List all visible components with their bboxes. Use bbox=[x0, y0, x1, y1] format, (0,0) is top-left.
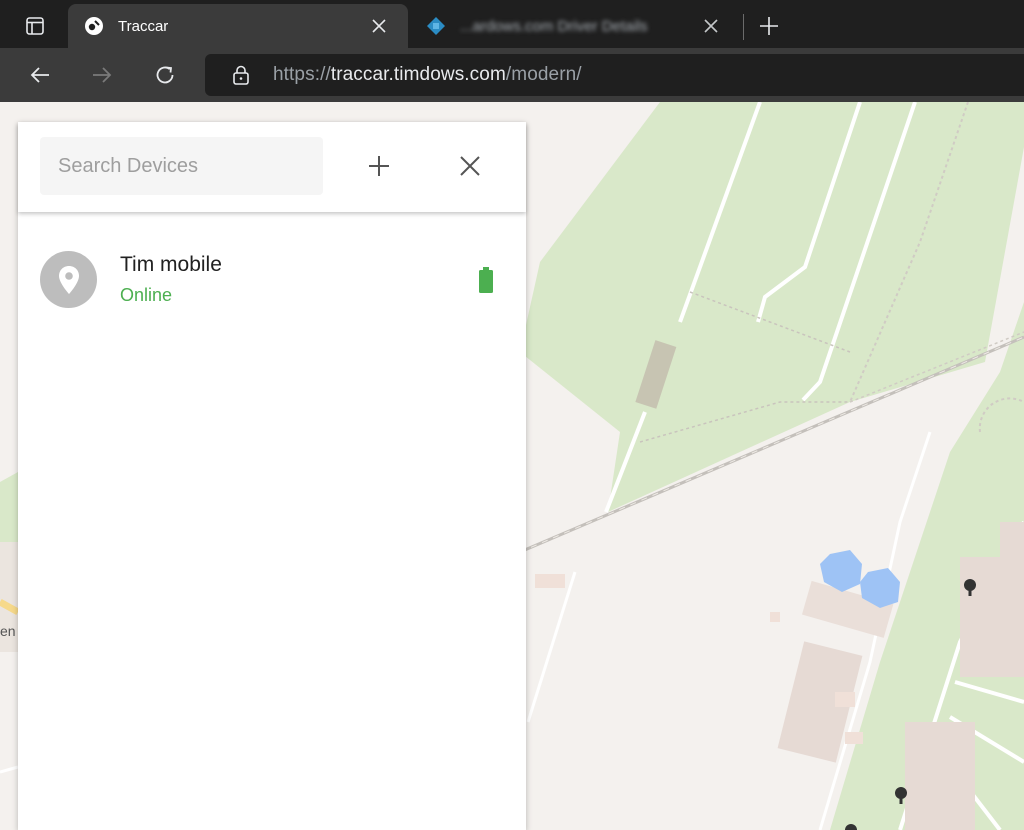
search-input[interactable] bbox=[40, 137, 323, 195]
screen: Traccar ...ardows.com Driver Details htt… bbox=[0, 0, 1024, 830]
browser-toolbar: https://traccar.timdows.com/modern/ bbox=[0, 48, 1024, 102]
tab-title-secondary: ...ardows.com Driver Details bbox=[460, 17, 648, 35]
avatar bbox=[40, 251, 97, 308]
close-panel-button[interactable] bbox=[450, 146, 490, 186]
device-name: Tim mobile bbox=[120, 253, 222, 276]
refresh-icon[interactable] bbox=[148, 58, 182, 92]
location-pin-icon bbox=[58, 265, 79, 294]
address-bar[interactable]: https://traccar.timdows.com/modern/ bbox=[205, 54, 1024, 96]
add-device-button[interactable] bbox=[359, 146, 399, 186]
battery-full-icon bbox=[476, 266, 496, 294]
traccar-favicon-icon bbox=[84, 16, 104, 36]
tab-divider bbox=[743, 14, 744, 40]
lock-icon[interactable] bbox=[231, 65, 251, 85]
tab-title: Traccar bbox=[118, 17, 169, 35]
tab-traccar[interactable]: Traccar bbox=[68, 4, 408, 48]
new-tab-icon[interactable] bbox=[752, 10, 786, 42]
tab-actions-icon[interactable] bbox=[18, 12, 52, 40]
url-scheme: https:// bbox=[273, 64, 331, 85]
url-text: https://traccar.timdows.com/modern/ bbox=[273, 64, 582, 86]
url-host: traccar.timdows.com bbox=[330, 64, 506, 85]
list-item[interactable]: Tim mobile Online bbox=[18, 234, 526, 324]
tab-close-icon-secondary[interactable] bbox=[696, 11, 726, 41]
close-icon bbox=[460, 156, 480, 176]
browser-tab-bar: Traccar ...ardows.com Driver Details bbox=[0, 0, 1024, 48]
site-favicon-icon bbox=[426, 16, 446, 36]
url-path: /modern/ bbox=[505, 64, 582, 85]
plus-icon bbox=[369, 156, 389, 176]
panel-header bbox=[18, 122, 526, 212]
back-icon[interactable] bbox=[23, 58, 57, 92]
tab-secondary[interactable]: ...ardows.com Driver Details bbox=[410, 4, 740, 48]
street-label: en bbox=[0, 623, 16, 639]
forward-icon[interactable] bbox=[85, 58, 119, 92]
tab-close-icon[interactable] bbox=[364, 11, 394, 41]
device-panel: Tim mobile Online bbox=[18, 122, 526, 830]
device-status: Online bbox=[120, 285, 173, 305]
